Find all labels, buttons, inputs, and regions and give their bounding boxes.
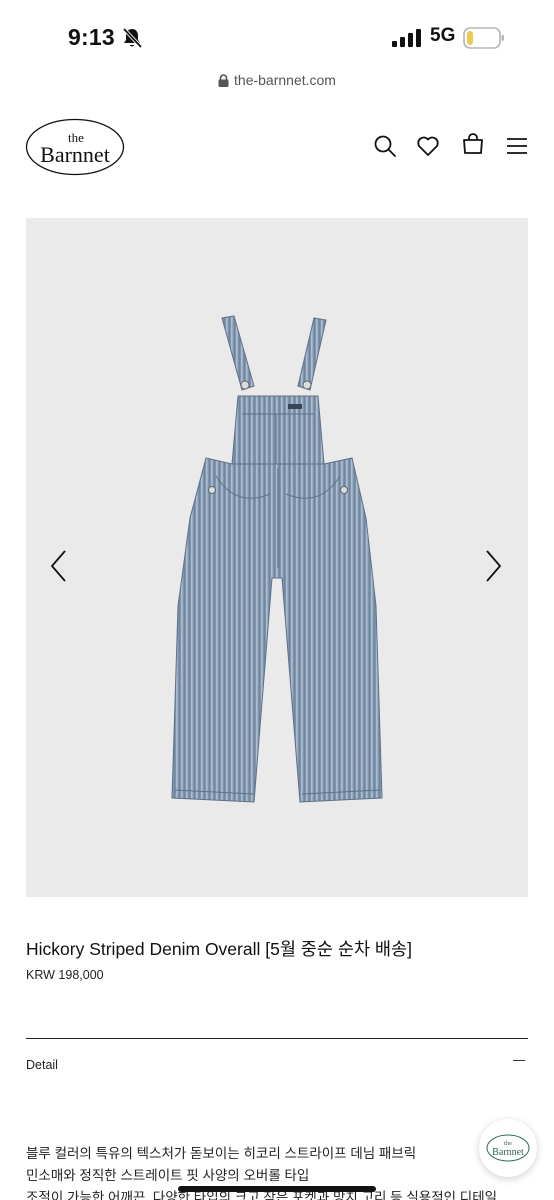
home-indicator[interactable] (178, 1186, 376, 1192)
lock-icon (218, 74, 229, 87)
logo-main-text: Barnnet (40, 142, 110, 167)
description-line: 민소매와 정직한 스트레이트 핏 사양의 오버롤 타입 (26, 1168, 310, 1183)
product-image-carousel[interactable] (26, 218, 528, 897)
detail-section-label[interactable]: Detail (26, 1058, 58, 1072)
chat-logo-small: the (504, 1140, 512, 1147)
chat-logo-main: Barnnet (492, 1147, 524, 1158)
heart-icon[interactable] (416, 134, 440, 158)
status-time: 9:13 (68, 24, 115, 50)
product-price: KRW 198,000 (26, 968, 104, 982)
bell-slash-icon (122, 27, 143, 49)
address-bar[interactable]: the-barnnet.com (0, 72, 554, 96)
bag-icon[interactable] (461, 132, 485, 156)
signal-icon (392, 29, 421, 47)
status-bar: 9:13 5G (0, 0, 554, 70)
chevron-right-icon[interactable] (482, 548, 504, 584)
description-line: 블루 컬러의 특유의 텍스처가 돋보이는 히코리 스트라이프 데님 패브릭 (26, 1146, 417, 1161)
barnnet-logo[interactable]: the Barnnet (25, 118, 125, 176)
chat-button[interactable]: the Barnnet (479, 1119, 537, 1177)
url-text: the-barnnet.com (234, 72, 336, 88)
overall-image (171, 315, 383, 803)
product-title: Hickory Striped Denim Overall [5월 중순 순차 … (26, 939, 412, 959)
minus-icon[interactable] (512, 1054, 526, 1068)
search-icon[interactable] (373, 134, 397, 158)
battery-icon (463, 27, 504, 49)
network-label: 5G (430, 25, 456, 46)
site-header: the Barnnet (0, 112, 554, 182)
divider (26, 1038, 528, 1039)
menu-icon[interactable] (505, 134, 529, 158)
chevron-left-icon[interactable] (48, 548, 70, 584)
barnnet-chat-logo: the Barnnet (486, 1134, 530, 1162)
